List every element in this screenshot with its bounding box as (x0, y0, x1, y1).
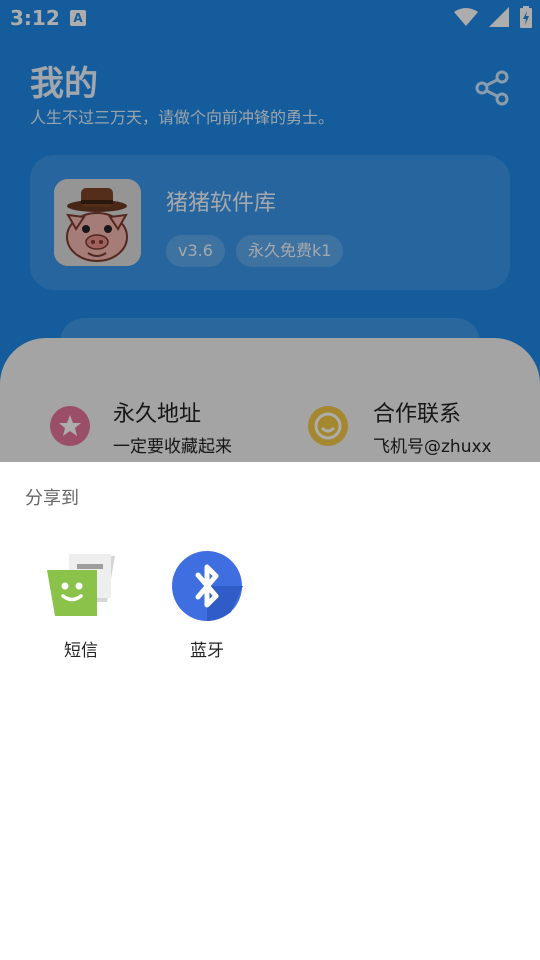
bluetooth-icon (171, 550, 243, 622)
share-target-label: 短信 (64, 641, 98, 661)
messaging-icon (45, 550, 117, 622)
share-target-sms[interactable]: 短信 (26, 550, 136, 661)
share-sheet-title: 分享到 (25, 488, 79, 509)
share-target-bluetooth[interactable]: 蓝牙 (152, 550, 262, 661)
share-sheet: 分享到 短信 蓝牙 (0, 462, 540, 960)
share-target-label: 蓝牙 (190, 641, 224, 661)
